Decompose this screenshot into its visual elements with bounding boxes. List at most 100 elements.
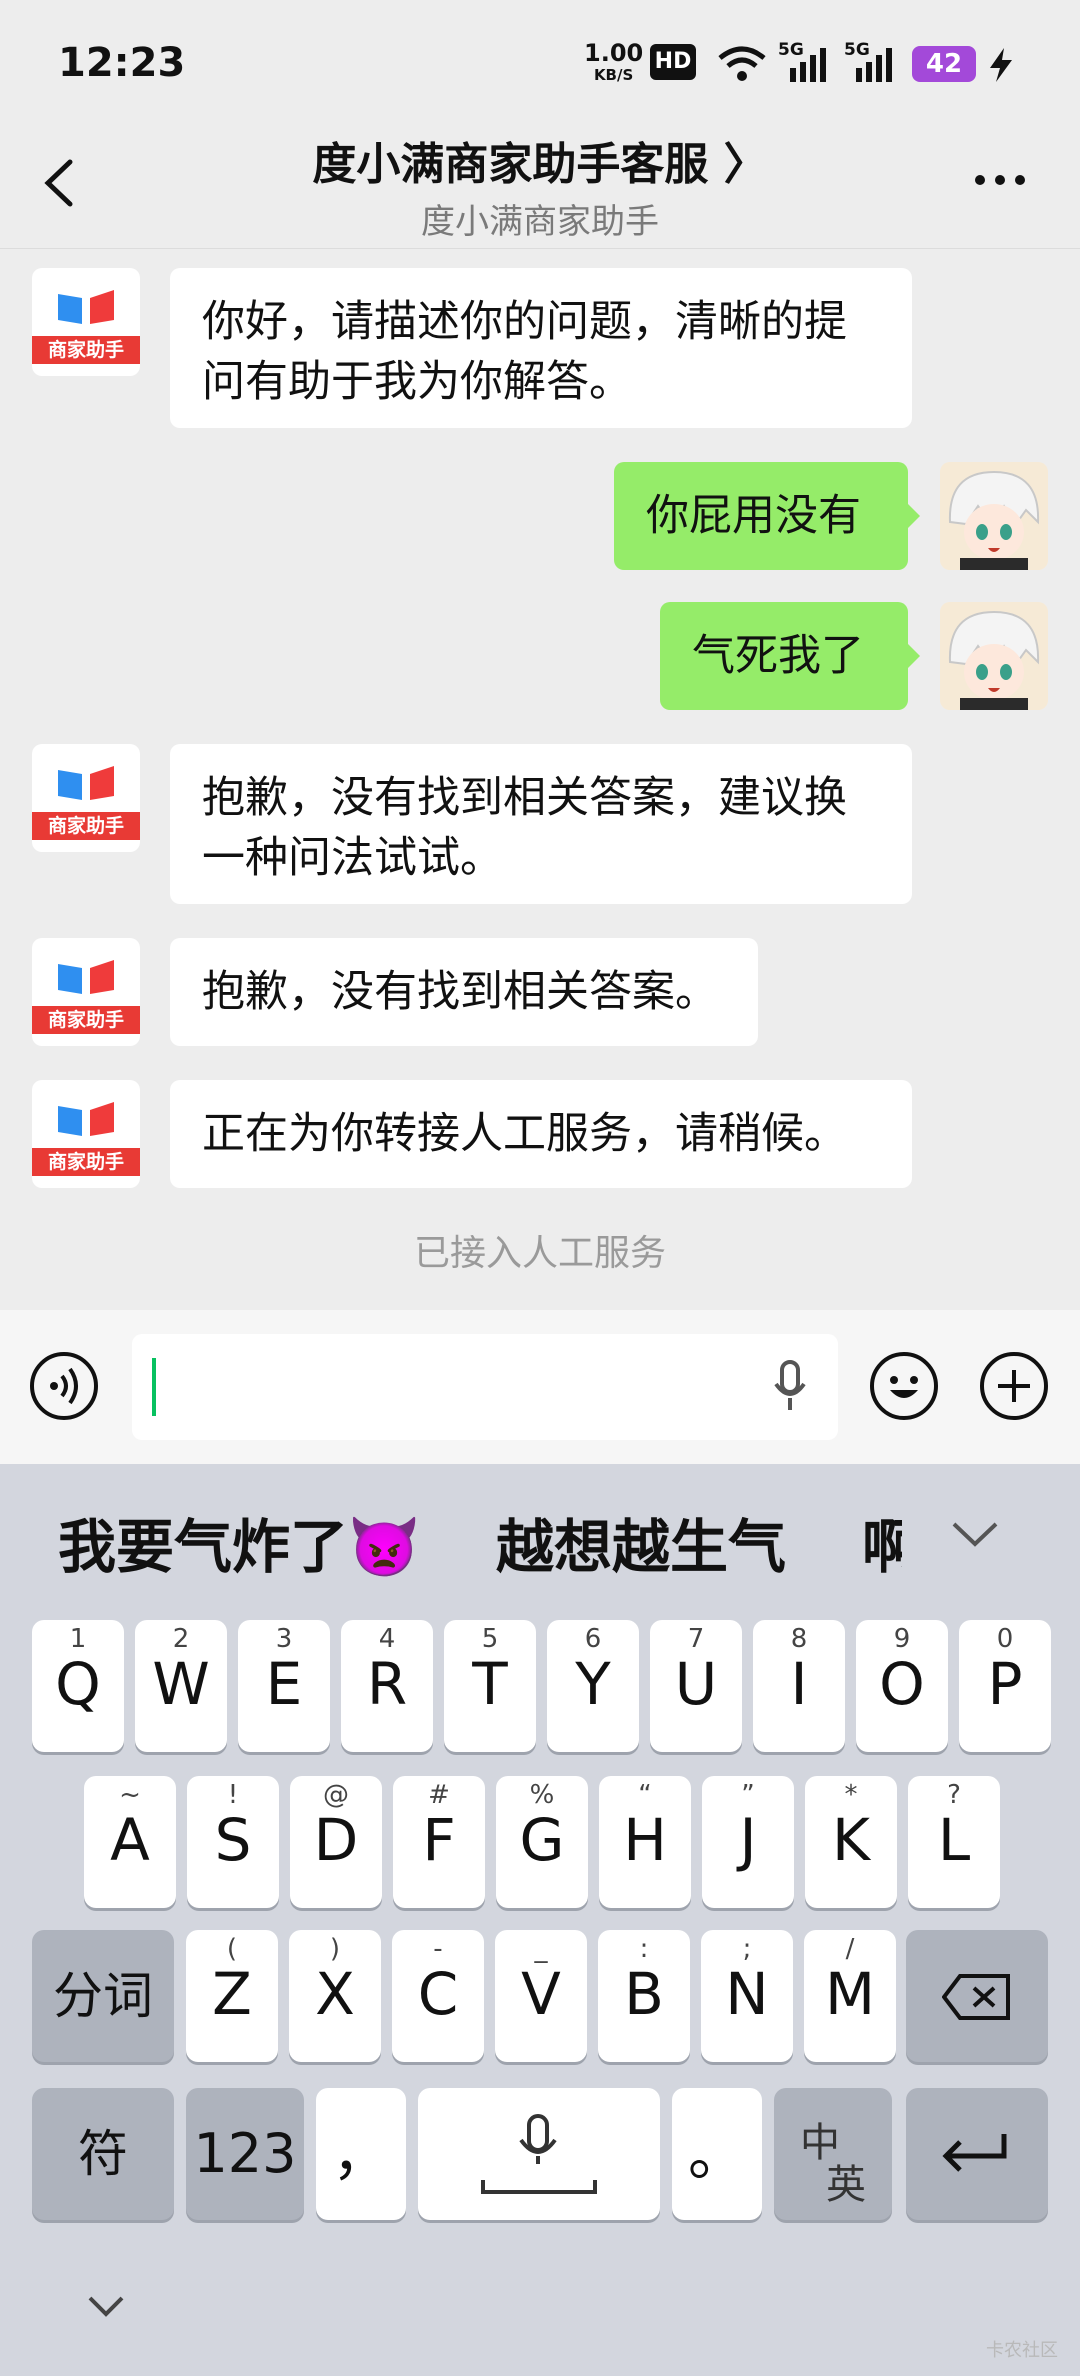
voice-toggle-button[interactable] bbox=[30, 1352, 98, 1420]
hide-keyboard-icon[interactable] bbox=[86, 2294, 126, 2320]
key-letter: N bbox=[725, 1960, 769, 2028]
bot-badge: 商家助手 bbox=[32, 1006, 140, 1034]
key-c[interactable]: -C bbox=[392, 1930, 484, 2062]
candidate-2[interactable]: 越想越生气 bbox=[496, 1500, 786, 1584]
chevron-down-icon[interactable] bbox=[950, 1518, 1000, 1548]
message-line: 抱歉，没有找到相关答案，建议换 bbox=[202, 773, 847, 823]
key-letter: Y bbox=[575, 1650, 611, 1718]
key-s[interactable]: ! S bbox=[187, 1776, 279, 1908]
segment-key[interactable]: 分词 bbox=[32, 1930, 174, 2062]
bot-message-bubble[interactable]: 抱歉，没有找到相关答案。 bbox=[170, 938, 758, 1046]
key-w[interactable]: 2W bbox=[135, 1620, 227, 1752]
key-n[interactable]: ; N bbox=[701, 1930, 793, 2062]
logo-icon bbox=[58, 766, 114, 800]
key-m[interactable]: / M bbox=[804, 1930, 896, 2062]
bot-avatar[interactable]: 商家助手 bbox=[32, 938, 140, 1046]
key-letter: T bbox=[472, 1650, 508, 1718]
key-letter: P bbox=[987, 1650, 1023, 1718]
key-u[interactable]: 7U bbox=[650, 1620, 742, 1752]
more-functions-button[interactable] bbox=[980, 1352, 1048, 1420]
net-speed-unit: KB/S bbox=[593, 66, 634, 84]
user-avatar[interactable] bbox=[940, 462, 1048, 570]
key-letter: L bbox=[937, 1806, 971, 1874]
key-q[interactable]: 1Q bbox=[32, 1620, 124, 1752]
bot-avatar[interactable]: 商家助手 bbox=[32, 268, 140, 376]
key-o[interactable]: 9O bbox=[856, 1620, 948, 1752]
backspace-icon bbox=[942, 1974, 1010, 2020]
emoji-button[interactable] bbox=[870, 1352, 938, 1420]
logo-icon bbox=[58, 960, 114, 994]
comma-key-label: ， bbox=[331, 2120, 390, 2188]
language-switch-key[interactable]: 中 英 bbox=[774, 2088, 892, 2220]
key-letter: E bbox=[265, 1650, 303, 1718]
key-a[interactable]: ~ A bbox=[84, 1776, 176, 1908]
key-e[interactable]: 3E bbox=[238, 1620, 330, 1752]
key-b[interactable]: :B bbox=[598, 1930, 690, 2062]
key-y[interactable]: 6Y bbox=[547, 1620, 639, 1752]
my-message-bubble[interactable]: 你屁用没有 bbox=[614, 462, 908, 570]
key-g[interactable]: % G bbox=[496, 1776, 588, 1908]
key-j[interactable]: ” J bbox=[702, 1776, 794, 1908]
key-f[interactable]: # F bbox=[393, 1776, 485, 1908]
key-i[interactable]: 8I bbox=[753, 1620, 845, 1752]
key-letter: S bbox=[214, 1806, 252, 1874]
watermark: 卡农社区 bbox=[986, 2340, 1058, 2361]
key-l[interactable]: ? L bbox=[908, 1776, 1000, 1908]
key-letter: Z bbox=[212, 1960, 252, 2028]
candidate-1[interactable]: 我要气炸了👿 bbox=[58, 1500, 420, 1584]
message-text: 正在为你转接人工服务，请稍候。 bbox=[202, 1109, 847, 1159]
microphone-icon[interactable] bbox=[770, 1360, 810, 1414]
smiley-icon bbox=[890, 1376, 918, 1398]
my-message-bubble[interactable]: 气死我了 bbox=[660, 602, 908, 710]
key-letter: K bbox=[831, 1806, 871, 1874]
key-d[interactable]: @ D bbox=[290, 1776, 382, 1908]
bot-message-bubble[interactable]: 你好，请描述你的问题，清晰的提 问有助于我为你解答。 bbox=[170, 268, 912, 428]
numbers-key[interactable]: 123 bbox=[186, 2088, 304, 2220]
key-letter: I bbox=[790, 1650, 808, 1718]
status-time: 12:23 bbox=[58, 40, 186, 86]
bot-avatar[interactable]: 商家助手 bbox=[32, 1080, 140, 1188]
key-k[interactable]: * K bbox=[805, 1776, 897, 1908]
bot-message-bubble[interactable]: 抱歉，没有找到相关答案，建议换 一种问法试试。 bbox=[170, 744, 912, 904]
chat-title[interactable]: 度小满商家助手客服 〉 bbox=[0, 128, 1080, 192]
logo-icon bbox=[58, 1102, 114, 1136]
key-z[interactable]: (Z bbox=[186, 1930, 278, 2062]
key-r[interactable]: 4R bbox=[341, 1620, 433, 1752]
key-letter: Q bbox=[55, 1650, 101, 1718]
candidate-3[interactable]: 啊 bbox=[862, 1500, 902, 1584]
key-letter: B bbox=[624, 1960, 664, 2028]
bot-avatar[interactable]: 商家助手 bbox=[32, 744, 140, 852]
voice-wave-icon bbox=[50, 1367, 78, 1405]
key-letter: J bbox=[739, 1806, 757, 1874]
key-letter: F bbox=[422, 1806, 456, 1874]
key-letter: H bbox=[623, 1806, 667, 1874]
bot-message-bubble[interactable]: 正在为你转接人工服务，请稍候。 bbox=[170, 1080, 912, 1188]
lang-en-label: 英 bbox=[826, 2162, 866, 2208]
message-line: 你好，请描述你的问题，清晰的提 bbox=[202, 297, 847, 347]
comma-key[interactable]: ， bbox=[316, 2088, 406, 2220]
bubble-tail bbox=[906, 502, 920, 530]
key-letter: O bbox=[879, 1650, 925, 1718]
user-avatar[interactable] bbox=[940, 602, 1048, 710]
key-h[interactable]: “H bbox=[599, 1776, 691, 1908]
key-x[interactable]: ) X bbox=[289, 1930, 381, 2062]
cell-signal-1-icon bbox=[790, 48, 826, 82]
symbols-key[interactable]: 符 bbox=[32, 2088, 174, 2220]
period-key[interactable]: 。 bbox=[672, 2088, 762, 2220]
key-p[interactable]: 0P bbox=[959, 1620, 1051, 1752]
more-options-icon[interactable] bbox=[970, 170, 1030, 190]
key-letter: M bbox=[824, 1960, 876, 2028]
key-v[interactable]: _ V bbox=[495, 1930, 587, 2062]
message-input[interactable] bbox=[132, 1334, 838, 1440]
charging-icon bbox=[990, 48, 1012, 82]
text-caret bbox=[152, 1358, 156, 1416]
backspace-key[interactable] bbox=[906, 1930, 1048, 2062]
message-text: 气死我了 bbox=[692, 631, 864, 681]
space-key[interactable] bbox=[418, 2088, 660, 2220]
cell-signal-2-icon bbox=[856, 48, 892, 82]
message-line: 一种问法试试。 bbox=[202, 833, 503, 883]
enter-key[interactable] bbox=[906, 2088, 1048, 2220]
plus-icon bbox=[998, 1370, 1030, 1402]
header-divider bbox=[0, 248, 1080, 249]
key-t[interactable]: 5T bbox=[444, 1620, 536, 1752]
